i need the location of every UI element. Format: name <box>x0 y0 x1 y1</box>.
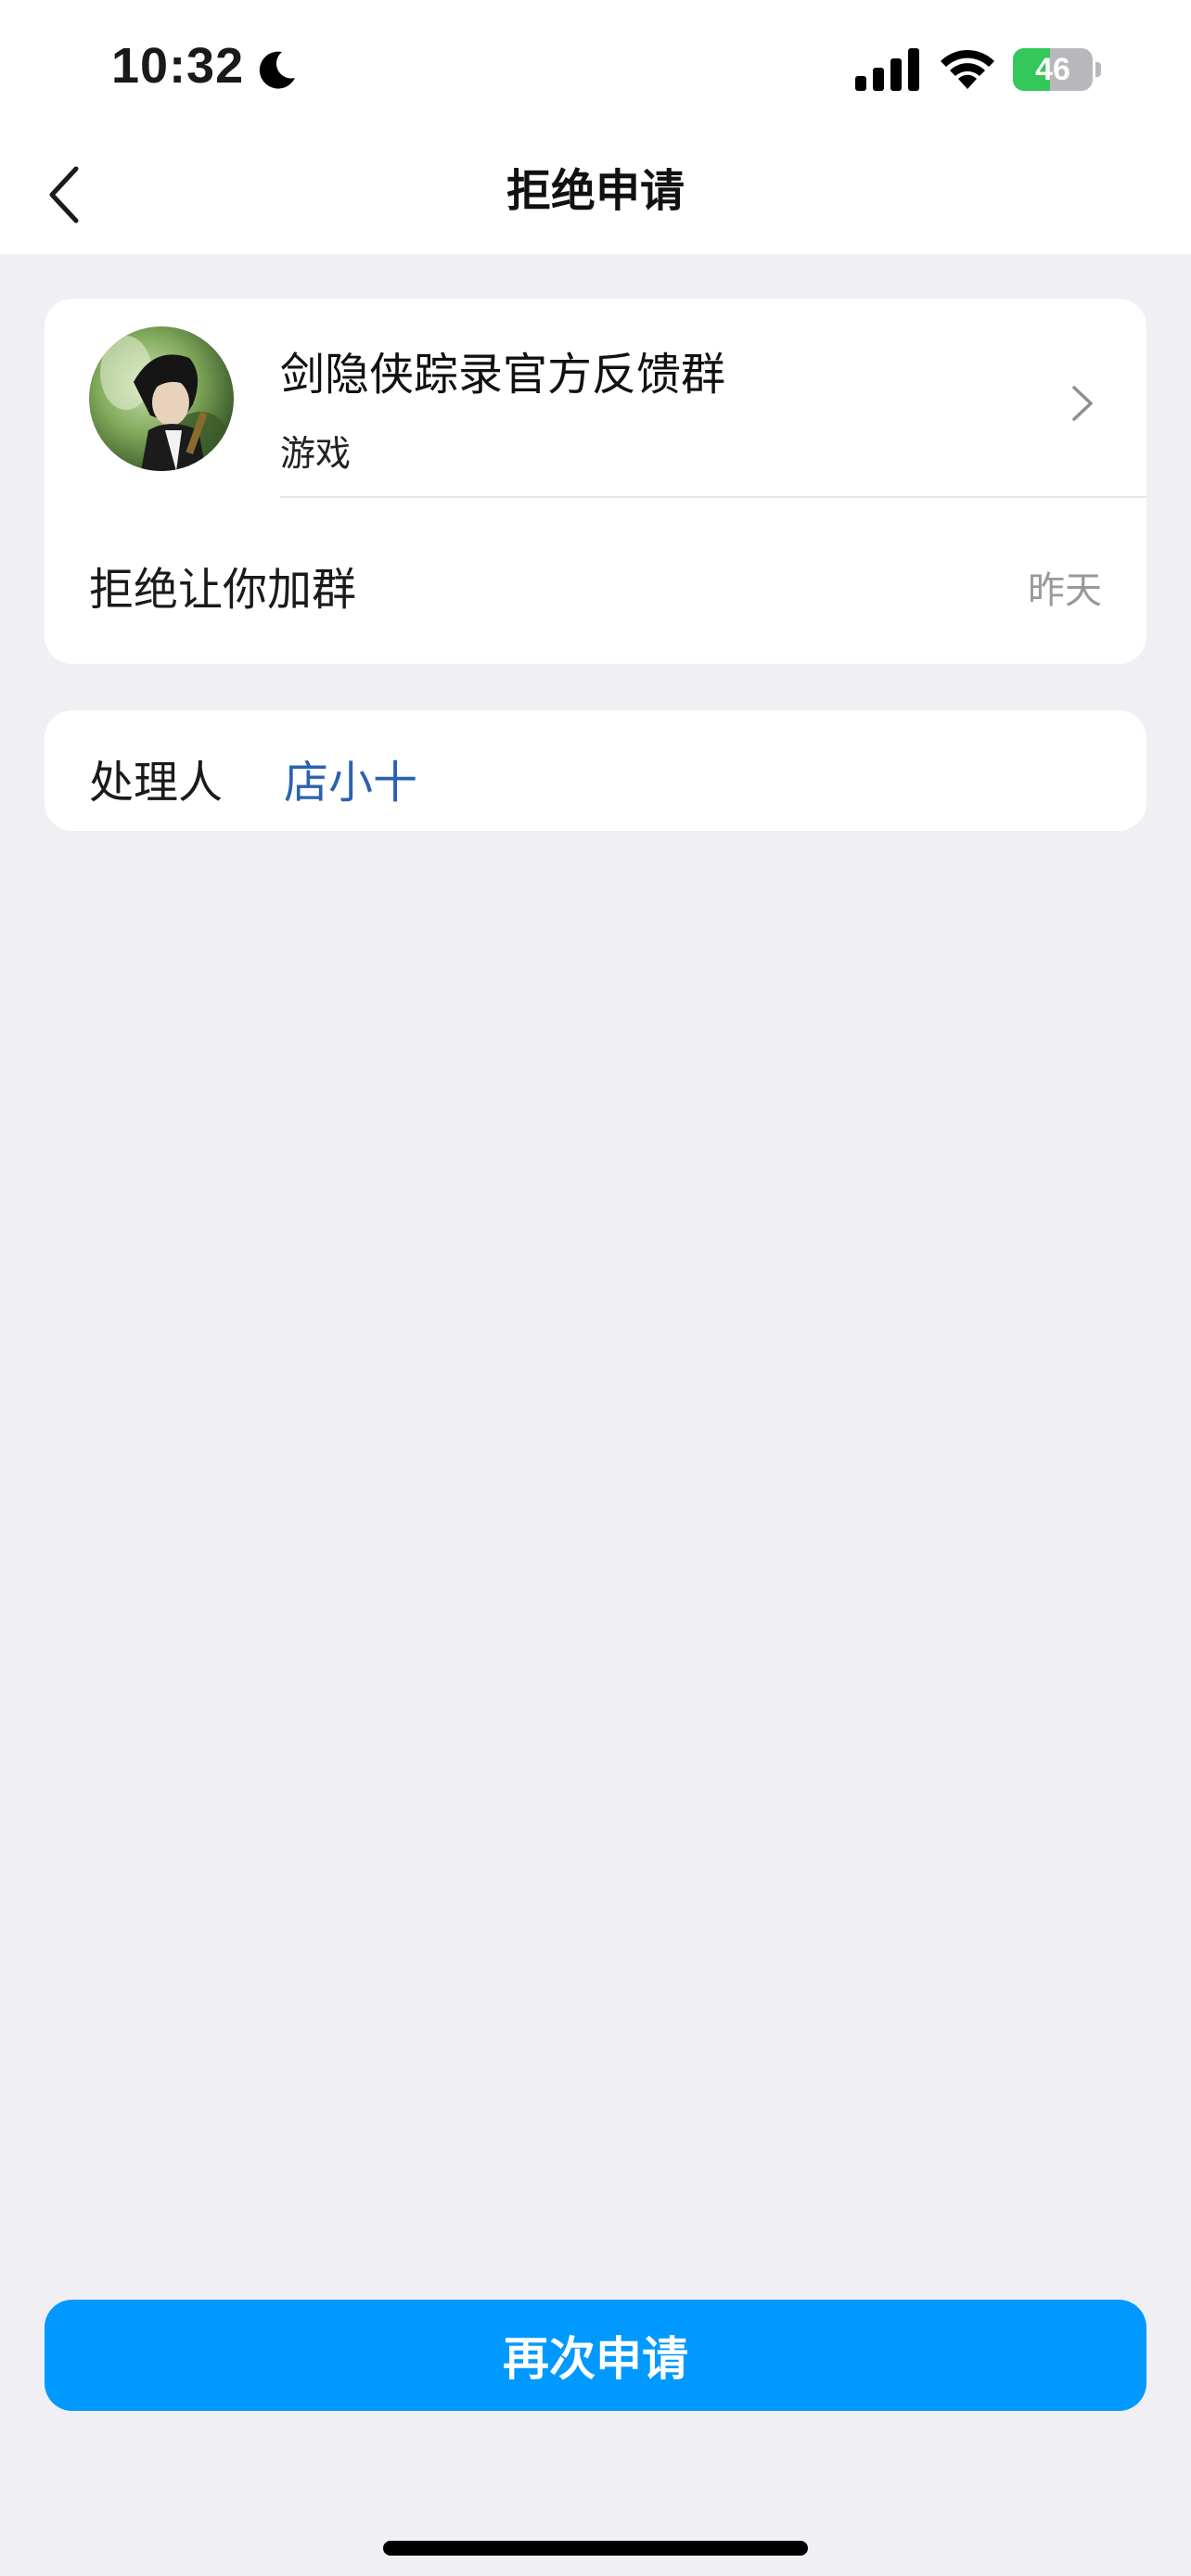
group-request-card: 剑隐侠踪录官方反馈群 游戏 拒绝让你加群 昨天 <box>45 299 1146 664</box>
battery-tip <box>1095 62 1101 77</box>
status-time: 10:32 <box>111 38 245 94</box>
group-avatar[interactable] <box>89 326 234 471</box>
nav-bar: 拒绝申请 <box>0 139 1191 254</box>
avatar-image <box>89 326 234 471</box>
signal-icon <box>855 48 919 91</box>
reapply-button[interactable]: 再次申请 <box>45 2300 1146 2411</box>
status-bar: 10:32 46 <box>0 0 1191 139</box>
reject-message: 拒绝让你加群 <box>89 564 357 616</box>
home-indicator[interactable] <box>383 2541 808 2556</box>
handler-card: 处理人 店小十 <box>45 710 1146 831</box>
back-button[interactable] <box>28 158 102 232</box>
battery-icon: 46 <box>1013 48 1102 91</box>
handler-name-link[interactable]: 店小十 <box>284 746 417 810</box>
battery-level: 46 <box>1035 52 1070 87</box>
page-title: 拒绝申请 <box>506 165 685 217</box>
wifi-icon <box>941 49 994 89</box>
group-name[interactable]: 剑隐侠踪录官方反馈群 <box>280 338 725 402</box>
chevron-right-icon[interactable] <box>1069 382 1096 425</box>
chevron-left-icon <box>49 166 79 223</box>
group-category: 游戏 <box>280 433 352 474</box>
moon-icon <box>259 51 295 89</box>
battery-body: 46 <box>1013 48 1093 91</box>
divider <box>280 496 1146 498</box>
handler-label: 处理人 <box>89 757 224 809</box>
reject-timestamp: 昨天 <box>1028 569 1102 612</box>
